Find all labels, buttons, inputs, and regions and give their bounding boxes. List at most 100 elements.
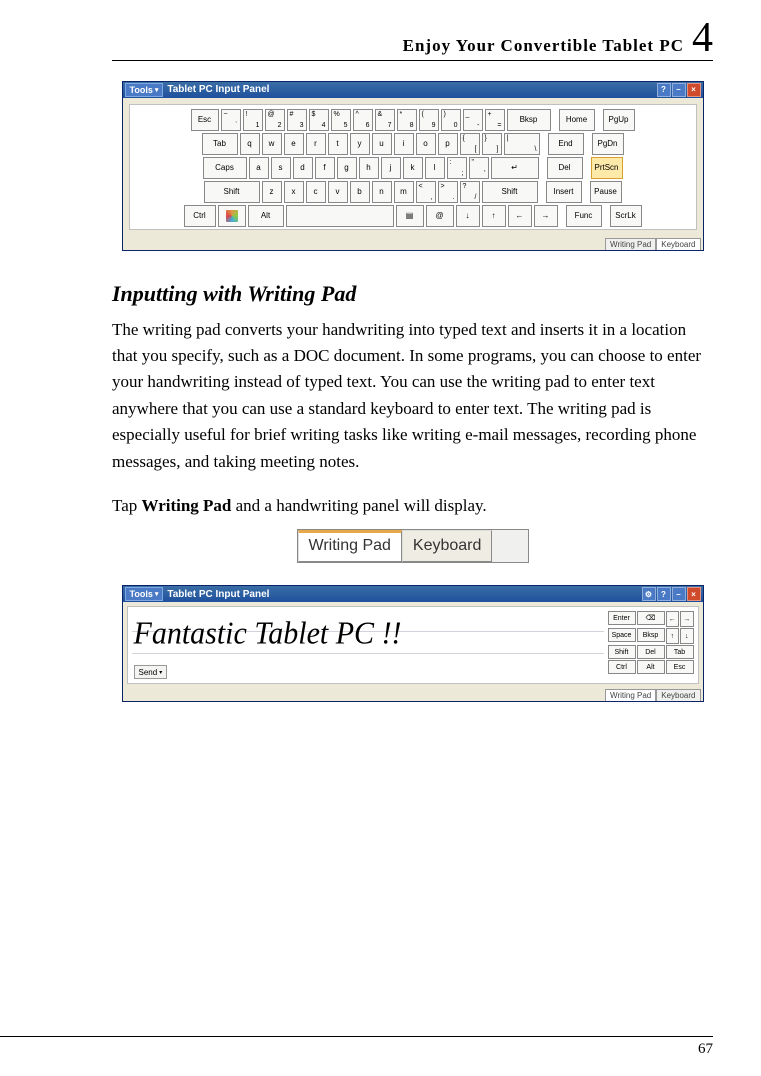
key[interactable]: g [337,157,357,179]
key[interactable]: ← [508,205,532,227]
key[interactable]: (9 [419,109,439,131]
hw-settings-icon[interactable]: ⚙ [642,587,656,601]
tools-menu[interactable]: Tools [125,83,164,97]
key[interactable]: q [240,133,260,155]
key[interactable]: k [403,157,423,179]
key[interactable]: }] [482,133,502,155]
key[interactable]: b [350,181,370,203]
key[interactable]: :; [447,157,467,179]
key[interactable]: a [249,157,269,179]
key[interactable]: Esc [191,109,219,131]
key[interactable]: ▤ [396,205,424,227]
key[interactable]: PrtScn [591,157,623,179]
tab-keyboard-closeup[interactable]: Keyboard [402,530,493,562]
key[interactable]: Func [566,205,602,227]
key[interactable]: ↓ [456,205,480,227]
hw-key[interactable]: Enter [608,611,636,625]
key[interactable] [218,205,246,227]
close-icon[interactable]: × [687,83,701,97]
key[interactable]: Alt [248,205,284,227]
key[interactable]: {[ [460,133,480,155]
key[interactable]: |\ [504,133,540,155]
key[interactable]: &7 [375,109,395,131]
key[interactable]: %5 [331,109,351,131]
tab-writing-pad-closeup[interactable]: Writing Pad [298,530,402,562]
key[interactable]: p [438,133,458,155]
key[interactable]: >. [438,181,458,203]
key[interactable]: _- [463,109,483,131]
key[interactable] [286,205,394,227]
key[interactable]: PgDn [592,133,624,155]
key[interactable]: i [394,133,414,155]
key[interactable]: <, [416,181,436,203]
help-icon[interactable]: ? [657,83,671,97]
key[interactable]: f [315,157,335,179]
key[interactable]: ↵ [491,157,539,179]
key[interactable]: e [284,133,304,155]
key[interactable]: PgUp [603,109,635,131]
key[interactable]: Home [559,109,595,131]
key[interactable]: r [306,133,326,155]
key[interactable]: m [394,181,414,203]
send-button[interactable]: Send [134,665,168,679]
key[interactable]: t [328,133,348,155]
key[interactable]: Shift [204,181,260,203]
key[interactable]: Shift [482,181,538,203]
key[interactable]: l [425,157,445,179]
key[interactable]: Del [547,157,583,179]
key[interactable]: ScrLk [610,205,642,227]
tab-keyboard[interactable]: Keyboard [656,238,700,250]
hw-key[interactable]: ⌫ [637,611,665,625]
hw-key[interactable]: Shift [608,645,636,659]
key[interactable]: @ [426,205,454,227]
key[interactable]: → [534,205,558,227]
hw-close-icon[interactable]: × [687,587,701,601]
key[interactable]: ↑ [482,205,506,227]
key[interactable]: j [381,157,401,179]
arrow-right-key[interactable]: → [680,611,694,627]
key[interactable]: y [350,133,370,155]
handwriting-area[interactable]: Fantastic Tablet PC !! Send [132,611,604,679]
key[interactable]: h [359,157,379,179]
key[interactable]: w [262,133,282,155]
key[interactable]: #3 [287,109,307,131]
key[interactable]: ~` [221,109,241,131]
key[interactable]: Caps [203,157,247,179]
key[interactable]: *8 [397,109,417,131]
hw-key[interactable]: Esc [666,660,694,674]
key[interactable]: x [284,181,304,203]
hw-tools-menu[interactable]: Tools [125,587,164,601]
key[interactable]: Pause [590,181,622,203]
arrow-down-key[interactable]: ↓ [680,628,694,644]
hw-key[interactable]: Tab [666,645,694,659]
hw-key[interactable]: Alt [637,660,665,674]
key[interactable]: u [372,133,392,155]
key[interactable]: d [293,157,313,179]
hw-tab-writing-pad[interactable]: Writing Pad [605,689,656,701]
key[interactable]: Tab [202,133,238,155]
tab-writing-pad[interactable]: Writing Pad [605,238,656,250]
key[interactable]: s [271,157,291,179]
key[interactable]: n [372,181,392,203]
key[interactable]: z [262,181,282,203]
hw-key[interactable]: Space [608,628,636,642]
key[interactable]: += [485,109,505,131]
arrow-up-key[interactable]: ↑ [666,628,680,644]
key[interactable]: Ctrl [184,205,216,227]
key[interactable]: Bksp [507,109,551,131]
key[interactable]: ^6 [353,109,373,131]
key[interactable]: "' [469,157,489,179]
key[interactable]: v [328,181,348,203]
arrow-left-key[interactable]: ← [666,611,680,627]
hw-key[interactable]: Bksp [637,628,665,642]
key[interactable]: End [548,133,584,155]
hw-key[interactable]: Ctrl [608,660,636,674]
key[interactable]: ?/ [460,181,480,203]
key[interactable]: )0 [441,109,461,131]
key[interactable]: o [416,133,436,155]
key[interactable]: $4 [309,109,329,131]
key[interactable]: @2 [265,109,285,131]
minimize-icon[interactable]: – [672,83,686,97]
key[interactable]: Insert [546,181,582,203]
hw-minimize-icon[interactable]: – [672,587,686,601]
